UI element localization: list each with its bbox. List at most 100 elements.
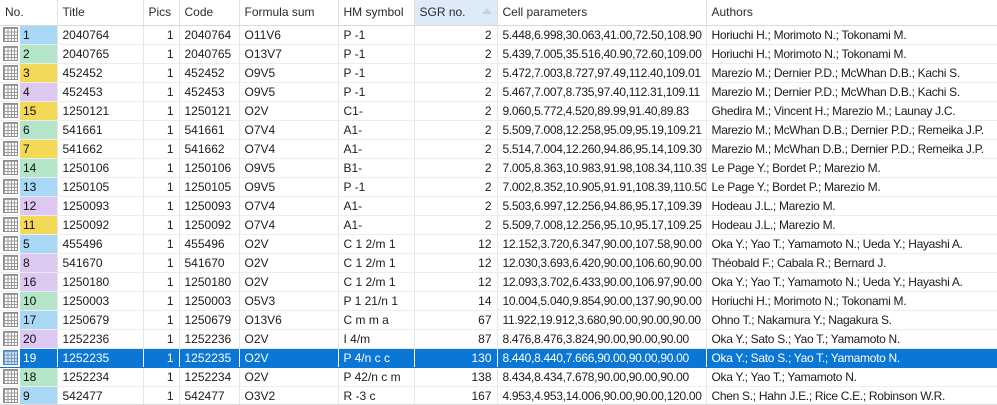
cell-formula-sum[interactable]: O3V2 (239, 386, 338, 405)
cell-sgr-no[interactable]: 67 (414, 310, 497, 329)
cell-parameters[interactable]: 12.152,3.720,6.347,90.00,107.58,90.00 (497, 234, 706, 253)
cell-authors[interactable]: Oka Y.; Yao T.; Yamamoto N.; Ueda Y.; Ha… (706, 234, 997, 253)
cell-hm-symbol[interactable]: C m m a (338, 310, 414, 329)
grid-icon[interactable] (3, 198, 18, 213)
cell-title[interactable]: 2040765 (57, 44, 143, 63)
cell-authors[interactable]: Hodeau J.L.; Marezio M. (706, 196, 997, 215)
row-number-cell[interactable]: 2 (0, 44, 57, 63)
cell-title[interactable]: 2040764 (57, 25, 143, 44)
cell-title[interactable]: 1250679 (57, 310, 143, 329)
cell-sgr-no[interactable]: 130 (414, 348, 497, 367)
cell-parameters[interactable]: 12.093,3.702,6.433,90.00,106.97,90.00 (497, 272, 706, 291)
table-row[interactable]: 19125223511252235O2VP 4/n c c1308.440,8.… (0, 348, 997, 367)
table-row[interactable]: 18125223411252234O2VP 42/n c m1388.434,8… (0, 367, 997, 386)
cell-sgr-no[interactable]: 2 (414, 139, 497, 158)
row-number-cell[interactable]: 4 (0, 82, 57, 101)
grid-icon[interactable] (3, 141, 18, 156)
cell-sgr-no[interactable]: 14 (414, 291, 497, 310)
cell-sgr-no[interactable]: 12 (414, 272, 497, 291)
cell-formula-sum[interactable]: O2V (239, 253, 338, 272)
cell-parameters[interactable]: 11.922,19.912,3.680,90.00,90.00,90.00 (497, 310, 706, 329)
cell-parameters[interactable]: 9.060,5.772,4.520,89.99,91.40,89.83 (497, 101, 706, 120)
cell-title[interactable]: 1252236 (57, 329, 143, 348)
cell-formula-sum[interactable]: O2V (239, 367, 338, 386)
cell-parameters[interactable]: 5.503,6.997,12.256,94.86,95.17,109.39 (497, 196, 706, 215)
cell-parameters[interactable]: 10.004,5.040,9.854,90.00,137.90,90.00 (497, 291, 706, 310)
cell-hm-symbol[interactable]: C1- (338, 101, 414, 120)
cell-title[interactable]: 1250093 (57, 196, 143, 215)
cell-pics[interactable]: 1 (143, 120, 179, 139)
cell-title[interactable]: 541661 (57, 120, 143, 139)
cell-parameters[interactable]: 5.509,7.008,12.256,95.10,95.17,109.25 (497, 215, 706, 234)
cell-title[interactable]: 1250105 (57, 177, 143, 196)
cell-parameters[interactable]: 5.472,7.003,8.727,97.49,112.40,109.01 (497, 63, 706, 82)
table-row[interactable]: 95424771542477O3V2R -3 c1674.953,4.953,1… (0, 386, 997, 405)
cell-sgr-no[interactable]: 2 (414, 215, 497, 234)
grid-icon[interactable] (3, 350, 18, 365)
cell-pics[interactable]: 1 (143, 367, 179, 386)
cell-title[interactable]: 1250121 (57, 101, 143, 120)
cell-sgr-no[interactable]: 2 (414, 82, 497, 101)
cell-code[interactable]: 1250093 (179, 196, 239, 215)
grid-icon[interactable] (3, 274, 18, 289)
cell-hm-symbol[interactable]: P -1 (338, 63, 414, 82)
table-row[interactable]: 12125009311250093O7V4A1-25.503,6.997,12.… (0, 196, 997, 215)
cell-parameters[interactable]: 5.509,7.008,12.258,95.09,95.19,109.21 (497, 120, 706, 139)
table-row[interactable]: 44524531452453O9V5P -125.467,7.007,8.735… (0, 82, 997, 101)
grid-icon[interactable] (3, 65, 18, 80)
table-row[interactable]: 13125010511250105O9V5P -127.002,8.352,10… (0, 177, 997, 196)
cell-pics[interactable]: 1 (143, 196, 179, 215)
row-number-cell[interactable]: 12 (0, 196, 57, 215)
column-header-hm[interactable]: HM symbol (338, 0, 414, 25)
column-header-pics[interactable]: Pics (143, 0, 179, 25)
table-row[interactable]: 2204076512040765O13V7P -125.439,7.005,35… (0, 44, 997, 63)
table-row[interactable]: 65416611541661O7V4A1-25.509,7.008,12.258… (0, 120, 997, 139)
row-number-cell[interactable]: 13 (0, 177, 57, 196)
table-row[interactable]: 85416701541670O2VC 1 2/m 11212.030,3.693… (0, 253, 997, 272)
cell-hm-symbol[interactable]: C 1 2/m 1 (338, 253, 414, 272)
cell-code[interactable]: 1252236 (179, 329, 239, 348)
cell-pics[interactable]: 1 (143, 82, 179, 101)
cell-code[interactable]: 1250679 (179, 310, 239, 329)
cell-authors[interactable]: Horiuchi H.; Morimoto N.; Tokonami M. (706, 44, 997, 63)
cell-pics[interactable]: 1 (143, 310, 179, 329)
cell-hm-symbol[interactable]: P 42/n c m (338, 367, 414, 386)
cell-formula-sum[interactable]: O2V (239, 272, 338, 291)
cell-pics[interactable]: 1 (143, 386, 179, 405)
cell-code[interactable]: 1250180 (179, 272, 239, 291)
grid-icon[interactable] (3, 388, 18, 403)
cell-hm-symbol[interactable]: P -1 (338, 177, 414, 196)
cell-pics[interactable]: 1 (143, 348, 179, 367)
cell-parameters[interactable]: 7.002,8.352,10.905,91.91,108.39,110.50 (497, 177, 706, 196)
cell-code[interactable]: 452453 (179, 82, 239, 101)
cell-formula-sum[interactable]: O2V (239, 234, 338, 253)
cell-formula-sum[interactable]: O9V5 (239, 177, 338, 196)
grid-icon[interactable] (3, 103, 18, 118)
cell-code[interactable]: 541662 (179, 139, 239, 158)
cell-hm-symbol[interactable]: B1- (338, 158, 414, 177)
row-number-cell[interactable]: 7 (0, 139, 57, 158)
row-number-cell[interactable]: 16 (0, 272, 57, 291)
cell-title[interactable]: 1250003 (57, 291, 143, 310)
row-number-cell[interactable]: 9 (0, 386, 57, 405)
cell-authors[interactable]: Oka Y.; Sato S.; Yao T.; Yamamoto N. (706, 348, 997, 367)
cell-formula-sum[interactable]: O11V6 (239, 25, 338, 44)
cell-pics[interactable]: 1 (143, 291, 179, 310)
row-number-cell[interactable]: 3 (0, 63, 57, 82)
cell-code[interactable]: 1250105 (179, 177, 239, 196)
cell-sgr-no[interactable]: 138 (414, 367, 497, 386)
cell-title[interactable]: 1250092 (57, 215, 143, 234)
row-number-cell[interactable]: 6 (0, 120, 57, 139)
table-row[interactable]: 54554961455496O2VC 1 2/m 11212.152,3.720… (0, 234, 997, 253)
cell-parameters[interactable]: 4.953,4.953,14.006,90.00,90.00,120.00 (497, 386, 706, 405)
cell-title[interactable]: 541670 (57, 253, 143, 272)
cell-code[interactable]: 541661 (179, 120, 239, 139)
grid-icon[interactable] (3, 46, 18, 61)
column-header-title[interactable]: Title (57, 0, 143, 25)
cell-parameters[interactable]: 8.476,8.476,3.824,90.00,90.00,90.00 (497, 329, 706, 348)
cell-hm-symbol[interactable]: P 4/n c c (338, 348, 414, 367)
cell-authors[interactable]: Oka Y.; Yao T.; Yamamoto N. (706, 367, 997, 386)
cell-authors[interactable]: Horiuchi H.; Morimoto N.; Tokonami M. (706, 25, 997, 44)
row-number-cell[interactable]: 5 (0, 234, 57, 253)
cell-sgr-no[interactable]: 12 (414, 234, 497, 253)
